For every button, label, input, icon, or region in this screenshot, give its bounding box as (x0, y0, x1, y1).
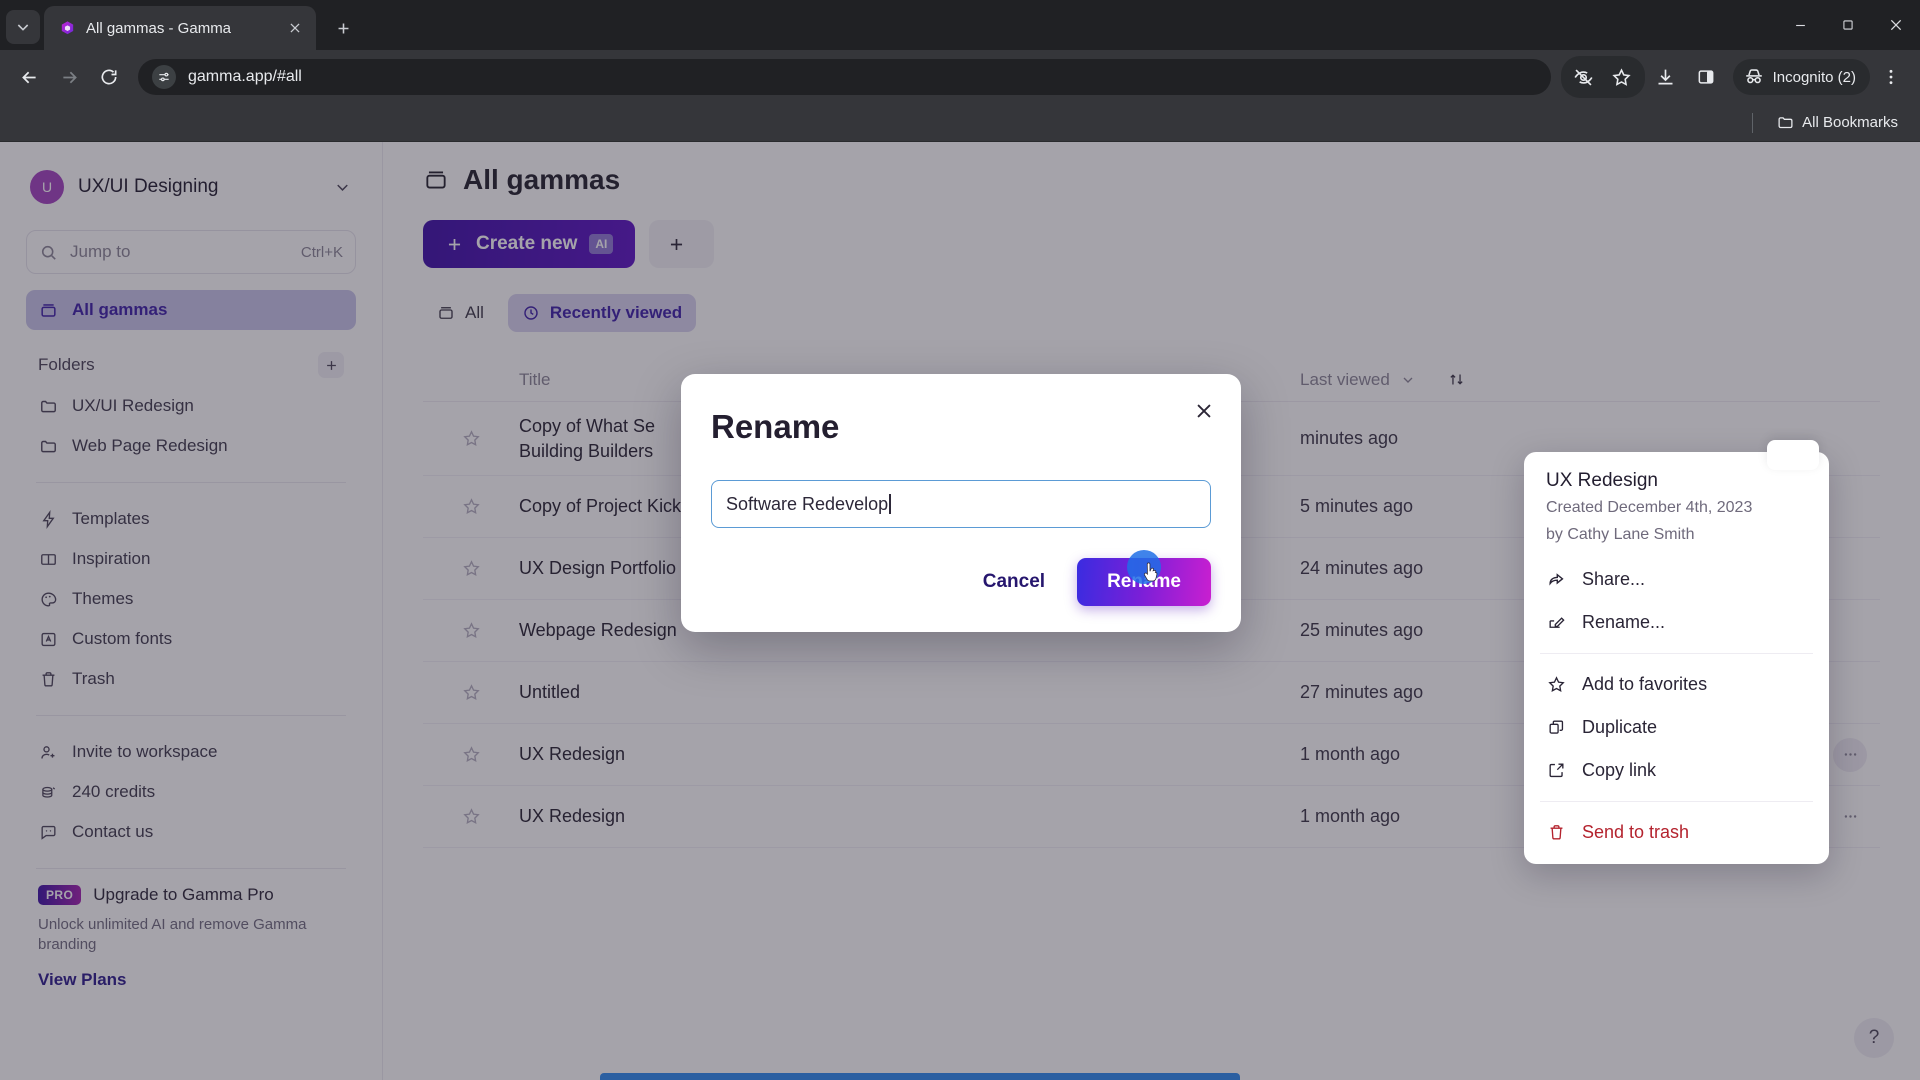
context-menu-item-share[interactable]: Share... (1524, 558, 1829, 601)
incognito-label: Incognito (2) (1772, 68, 1856, 86)
context-menu-item-label: Copy link (1582, 760, 1657, 781)
close-window-button[interactable] (1872, 2, 1920, 48)
tab-title: All gammas - Gamma (86, 19, 232, 37)
minimize-icon (1795, 24, 1805, 26)
folder-icon (1778, 117, 1793, 129)
incognito-profile-button[interactable]: Incognito (2) (1732, 59, 1870, 95)
maximize-icon (1843, 20, 1853, 30)
context-menu-item-send-to-trash[interactable]: Send to trash (1524, 811, 1829, 854)
context-menu-item-label: Send to trash (1582, 822, 1690, 843)
dialog-close-button[interactable] (1189, 396, 1219, 426)
rename-confirm-button[interactable]: Rename (1077, 550, 1211, 606)
tracking-protection-button[interactable] (1565, 58, 1603, 96)
toolbar-right-actions: Incognito (2) (1560, 56, 1910, 98)
window-controls (1776, 0, 1920, 50)
cancel-button[interactable]: Cancel (965, 559, 1063, 605)
bookmarks-bar: All Bookmarks (0, 104, 1920, 142)
arrow-right-icon (62, 71, 77, 83)
new-tab-button[interactable] (326, 11, 360, 45)
tab-search-button[interactable] (6, 10, 40, 44)
rename-icon (1546, 613, 1566, 633)
context-menu-item-add-to-favorites[interactable]: Add to favorites (1524, 663, 1829, 706)
context-menu-meta-2: by Cathy Lane Smith (1546, 526, 1695, 544)
page-content: U UX/UI Designing Jump to Ctrl+K All gam… (0, 142, 1920, 1080)
bookmark-button[interactable] (1603, 58, 1641, 96)
rename-input[interactable]: Software Redevelop (711, 480, 1211, 528)
context-menu-item-label: Duplicate (1582, 717, 1658, 738)
rename-input-value: Software Redevelop (726, 493, 889, 514)
eye-off-icon (1574, 68, 1593, 86)
tab-close-icon[interactable] (284, 17, 306, 39)
context-menu-item-label: Rename... (1582, 612, 1666, 633)
maximize-button[interactable] (1824, 2, 1872, 48)
star-icon (1612, 67, 1631, 86)
browser-window: All gammas - Gamma gamma.app/#all Incogn… (0, 0, 1920, 1080)
context-menu-item-label: Add to favorites (1582, 674, 1708, 695)
text-caret (889, 494, 891, 514)
close-icon (1197, 404, 1211, 418)
context-menu-item-copy-link[interactable]: Copy link (1524, 749, 1829, 792)
context-menu-tail (1767, 440, 1819, 470)
dialog-actions: Cancel Rename (711, 550, 1211, 606)
context-menu-separator-2 (1540, 801, 1813, 803)
dialog-title: Rename (711, 408, 840, 445)
context-menu-separator (1540, 653, 1813, 655)
side-panel-icon (1698, 70, 1714, 84)
side-panel-button[interactable] (1687, 58, 1725, 96)
mouse-cursor-icon (1144, 562, 1158, 582)
back-button[interactable] (10, 58, 48, 96)
star-icon (1546, 675, 1566, 695)
download-icon (1658, 69, 1673, 84)
incognito-icon (1745, 69, 1762, 84)
more-vertical-icon (1889, 69, 1893, 85)
url-text: gamma.app/#all (188, 68, 302, 85)
reload-button[interactable] (90, 58, 128, 96)
forward-button[interactable] (50, 58, 88, 96)
chrome-menu-button[interactable] (1872, 58, 1910, 96)
arrow-left-icon (21, 71, 36, 83)
browser-toolbar: gamma.app/#all Incognito (2) (0, 50, 1920, 104)
trash-icon (1546, 823, 1566, 843)
downloads-button[interactable] (1647, 58, 1685, 96)
rename-dialog: Rename Software Redevelop Cancel Rename (681, 374, 1241, 632)
minimize-button[interactable] (1776, 2, 1824, 48)
context-menu: UX Redesign Created December 4th, 2023 b… (1524, 440, 1829, 865)
context-menu-item-label: Share... (1582, 569, 1646, 590)
reload-icon (101, 69, 117, 85)
gamma-logo-icon (58, 19, 76, 37)
duplicate-icon (1546, 718, 1566, 738)
context-menu-item-rename[interactable]: Rename... (1524, 601, 1829, 644)
address-bar[interactable]: gamma.app/#all (138, 59, 1551, 95)
tab-strip: All gammas - Gamma (0, 0, 1920, 50)
plus-icon (338, 23, 348, 33)
context-menu-meta-1: Created December 4th, 2023 (1546, 499, 1753, 516)
context-menu-header: UX Redesign Created December 4th, 2023 b… (1524, 470, 1829, 558)
copy-link-icon (1546, 761, 1566, 781)
all-bookmarks-label: All Bookmarks (1802, 114, 1898, 131)
all-bookmarks-button[interactable]: All Bookmarks (1769, 110, 1906, 135)
browser-tab[interactable]: All gammas - Gamma (44, 6, 316, 50)
chevron-down-icon (17, 24, 29, 31)
close-icon (1890, 19, 1902, 31)
context-menu-item-duplicate[interactable]: Duplicate (1524, 706, 1829, 749)
site-settings-icon[interactable] (152, 65, 176, 89)
context-menu-title: UX Redesign (1546, 470, 1658, 491)
omnibox-actions (1560, 56, 1645, 98)
bookmarks-divider (1752, 112, 1754, 133)
share-icon (1546, 570, 1566, 590)
